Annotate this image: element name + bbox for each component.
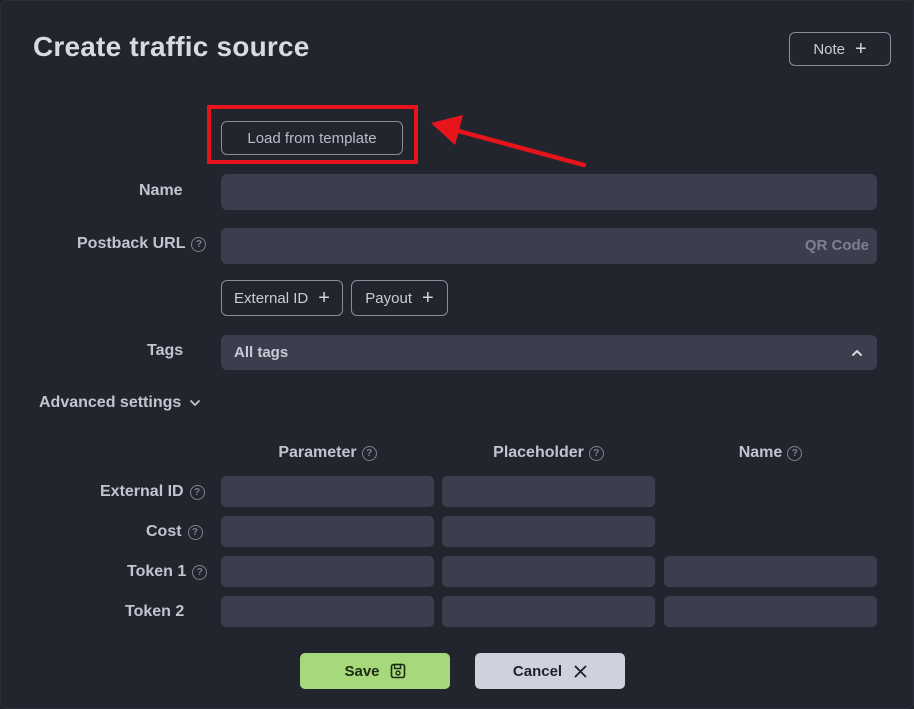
token-1-name-input[interactable] [664,556,877,587]
name-label: Name [139,182,183,200]
row-label-text: Cost [146,523,182,540]
token-2-placeholder-input[interactable] [442,596,655,627]
qr-code-button[interactable]: QR Code [805,237,869,254]
row-label-token-2: Token 2 [125,603,184,621]
placeholder-column-header: Placeholder ? [442,444,655,462]
page-title: Create traffic source [33,31,310,62]
parameter-column-header: Parameter ? [221,444,434,462]
tags-select-value: All tags [234,344,289,361]
plus-icon: + [422,287,434,309]
close-icon [574,665,587,677]
advanced-settings-toggle[interactable]: Advanced settings [39,394,201,412]
row-label-text: Token 2 [125,603,185,620]
help-icon[interactable]: ? [187,524,203,540]
payout-chip-label: Payout [365,289,412,307]
cost-placeholder-input[interactable] [442,516,655,547]
save-button[interactable]: Save [300,653,450,689]
name-label-text: Name [139,182,183,199]
arrow-annotation [431,115,587,168]
external-id-parameter-input[interactable] [221,476,434,507]
plus-icon: + [855,38,867,60]
placeholder-header-text: Placeholder [493,444,584,461]
token-1-parameter-input[interactable] [221,556,434,587]
plus-icon: + [318,287,330,309]
load-from-template-label: Load from template [247,129,377,147]
external-id-chip-label: External ID [234,289,309,307]
row-label-cost: Cost ? [146,523,203,541]
token-2-parameter-input[interactable] [221,596,434,627]
tags-label-text: Tags [147,342,184,359]
token-2-name-input[interactable] [664,596,877,627]
row-label-text: External ID [100,483,184,500]
external-id-placeholder-input[interactable] [442,476,655,507]
cost-parameter-input[interactable] [221,516,434,547]
name-header-text: Name [738,444,783,461]
row-label-external-id: External ID ? [100,483,205,501]
postback-url-label: Postback URL ? [77,235,207,253]
help-icon[interactable]: ? [189,484,205,500]
save-button-label: Save [344,662,380,680]
advanced-settings-label: Advanced settings [39,394,182,411]
tags-select[interactable]: All tags [221,335,877,370]
parameter-header-text: Parameter [278,444,357,461]
token-1-placeholder-input[interactable] [442,556,655,587]
note-button-label: Note [813,40,845,58]
create-traffic-source-modal: Create traffic source Note + Load from t… [0,0,914,709]
chevron-up-icon [852,349,862,356]
help-icon[interactable]: ? [588,445,604,461]
tags-label: Tags [147,342,183,360]
cancel-button-label: Cancel [512,662,563,680]
name-column-header: Name ? [664,444,877,462]
row-label-token-1: Token 1 ? [127,563,208,581]
add-payout-button[interactable]: Payout + [351,280,448,316]
help-icon[interactable]: ? [191,236,207,252]
help-icon[interactable]: ? [361,445,377,461]
postback-url-label-text: Postback URL [77,235,186,252]
cancel-button[interactable]: Cancel [475,653,625,689]
help-icon[interactable]: ? [192,564,208,580]
note-button[interactable]: Note + [789,32,891,66]
chevron-down-icon [190,400,201,406]
name-input[interactable] [221,174,877,210]
load-from-template-button[interactable]: Load from template [221,121,403,155]
row-label-text: Token 1 [127,563,187,580]
help-icon[interactable]: ? [787,445,803,461]
save-icon [390,663,405,679]
add-external-id-button[interactable]: External ID + [221,280,343,316]
postback-url-input[interactable]: QR Code [221,228,877,264]
